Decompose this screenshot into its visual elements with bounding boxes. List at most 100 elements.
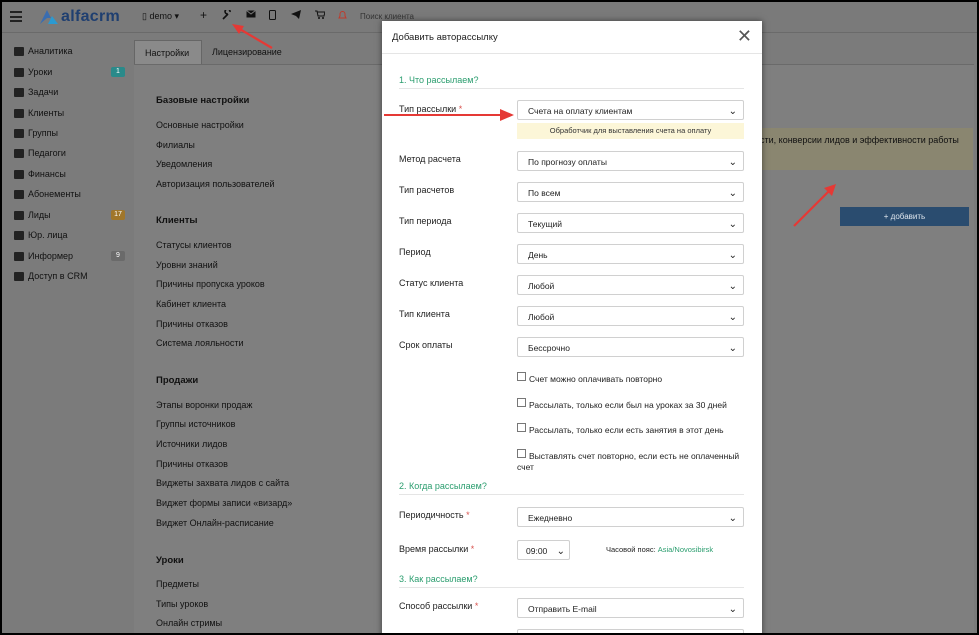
bell-icon[interactable] — [338, 10, 347, 23]
section-when: 2. Когда рассылаем? — [399, 481, 744, 495]
settings-link[interactable]: Виджет Онлайн-расписание — [156, 518, 274, 528]
settings-link[interactable]: Причины пропуска уроков — [156, 279, 265, 289]
logo[interactable]: alfacrm — [40, 7, 120, 27]
sidebar-item-label: Уроки — [28, 67, 53, 77]
checkbox-label: Выставлять счет повторно, если есть не о… — [517, 451, 740, 472]
select-value: Любой — [528, 281, 555, 291]
informer-icon — [14, 251, 24, 261]
client-type-select[interactable]: Любой ⌄ — [517, 306, 744, 326]
sidebar-item-label: Лиды — [28, 210, 51, 220]
user-icon — [14, 108, 24, 118]
sidebar-item-legal-entities[interactable]: Юр. лица — [14, 228, 68, 242]
period-select[interactable]: День ⌄ — [517, 244, 744, 264]
cart-icon[interactable] — [315, 10, 326, 22]
sidebar-item-label: Группы — [28, 128, 58, 138]
add-button[interactable]: + добавить — [840, 207, 969, 226]
briefcase-icon — [14, 230, 24, 240]
sidebar-item-informer[interactable]: Информер — [14, 249, 73, 263]
calc-method-select[interactable]: По прогнозу оплаты ⌄ — [517, 151, 744, 171]
search-input[interactable]: Поиск клиента — [360, 12, 414, 21]
send-method-label: Способ рассылки * — [399, 601, 478, 611]
label-text: Время рассылки — [399, 544, 469, 554]
settings-link[interactable]: Основные настройки — [156, 120, 244, 130]
chevron-down-icon: ⌄ — [728, 312, 737, 323]
branch-selector[interactable]: ▯ demo ▾ — [142, 11, 179, 22]
settings-link[interactable]: Виджет формы записи «визард» — [156, 498, 292, 508]
sidebar-item-clients[interactable]: Клиенты — [14, 106, 64, 120]
payment-term-label: Срок оплаты — [399, 340, 453, 350]
tab-settings[interactable]: Настройки — [134, 40, 202, 65]
checkbox-reissue-invoice[interactable]: Выставлять счет повторно, если есть не о… — [517, 449, 747, 473]
leads-badge: 17 — [111, 210, 125, 220]
checkbox[interactable] — [517, 423, 526, 432]
settings-link[interactable]: Причины отказов — [156, 319, 228, 329]
sidebar-item-analytics[interactable]: Аналитика — [14, 44, 73, 58]
mail-icon[interactable] — [246, 10, 256, 21]
checkbox-lessons-today[interactable]: Рассылать, только если есть занятия в эт… — [517, 423, 747, 436]
checkbox-attended-30-days[interactable]: Рассылать, только если был на уроках за … — [517, 398, 747, 411]
settings-link[interactable]: Авторизация пользователей — [156, 179, 275, 189]
section-title: Базовые настройки — [156, 95, 250, 106]
settings-link[interactable]: Типы уроков — [156, 599, 208, 609]
settings-link[interactable]: Система лояльности — [156, 338, 244, 348]
payment-term-select[interactable]: Бессрочно ⌄ — [517, 337, 744, 357]
chevron-down-icon: ⌄ — [728, 188, 737, 199]
client-status-select[interactable]: Любой ⌄ — [517, 275, 744, 295]
settings-link[interactable]: Кабинет клиента — [156, 299, 226, 309]
modal-header: Добавить авторассылку ✕ — [382, 21, 762, 54]
send-method-select[interactable]: Отправить E-mail ⌄ — [517, 598, 744, 618]
settings-link[interactable]: Уровни знаний — [156, 260, 218, 270]
branch-label: demo — [149, 11, 172, 21]
mailing-type-hint: Обработчик для выставления счета на опла… — [517, 123, 744, 139]
logo-icon — [40, 10, 58, 24]
sidebar-item-label: Абонементы — [28, 189, 81, 199]
checkbox[interactable] — [517, 372, 526, 381]
sidebar-item-crm-access[interactable]: Доступ в CRM — [14, 269, 88, 283]
close-icon[interactable]: ✕ — [737, 27, 752, 45]
sidebar-item-tasks[interactable]: Задачи — [14, 85, 58, 99]
settings-link[interactable]: Предметы — [156, 579, 199, 589]
settings-link[interactable]: Уведомления — [156, 159, 212, 169]
settings-link[interactable]: Источники лидов — [156, 439, 227, 449]
mailing-type-select[interactable]: Счета на оплату клиентам ⌄ — [517, 100, 744, 120]
sidebar-item-leads[interactable]: Лиды — [14, 208, 51, 222]
select-value: По всем — [528, 188, 561, 198]
period-type-select[interactable]: Текущий ⌄ — [517, 213, 744, 233]
calc-type-label: Тип расчетов — [399, 185, 455, 195]
sidebar-item-label: Педагоги — [28, 148, 66, 158]
sidebar-item-label: Юр. лица — [28, 230, 68, 240]
settings-link[interactable]: Филиалы — [156, 140, 195, 150]
settings-link[interactable]: Этапы воронки продаж — [156, 400, 252, 410]
settings-link[interactable]: Онлайн стримы — [156, 618, 222, 628]
sidebar-item-teachers[interactable]: Педагоги — [14, 146, 66, 160]
sidebar-item-groups[interactable]: Группы — [14, 126, 58, 140]
send-time-select[interactable]: 09:00 ⌄ — [517, 540, 570, 560]
select-value: Текущий — [528, 219, 562, 229]
sidebar-item-label: Аналитика — [28, 46, 73, 56]
sidebar-item-finance[interactable]: Финансы — [14, 167, 66, 181]
sidebar-item-lessons[interactable]: Уроки — [14, 65, 52, 79]
sidebar-item-subscriptions[interactable]: Абонементы — [14, 187, 81, 201]
select-value: По прогнозу оплаты — [528, 157, 607, 167]
annotation-arrow-icon — [232, 24, 273, 49]
calc-method-label: Метод расчета — [399, 154, 461, 164]
select-value: Отправить E-mail — [528, 604, 597, 614]
timezone-label: Часовой пояс: — [606, 545, 656, 554]
calc-type-select[interactable]: По всем ⌄ — [517, 182, 744, 202]
settings-link[interactable]: Группы источников — [156, 419, 235, 429]
plus-icon[interactable]: + — [200, 8, 207, 22]
period-label: Период — [399, 247, 431, 257]
menu-icon[interactable] — [10, 11, 22, 25]
required-mark: * — [474, 601, 479, 611]
next-select[interactable] — [517, 629, 744, 633]
checkbox-repeat-payment[interactable]: Счет можно оплачивать повторно — [517, 372, 747, 385]
building-icon: ▯ — [142, 11, 147, 21]
checkbox[interactable] — [517, 398, 526, 407]
settings-link[interactable]: Статусы клиентов — [156, 240, 232, 250]
telegram-icon[interactable] — [291, 10, 301, 22]
settings-link[interactable]: Виджеты захвата лидов с сайта — [156, 478, 289, 488]
checkbox-label: Рассылать, только если есть занятия в эт… — [529, 425, 724, 435]
frequency-select[interactable]: Ежедневно ⌄ — [517, 507, 744, 527]
settings-link[interactable]: Причины отказов — [156, 459, 228, 469]
checkbox[interactable] — [517, 449, 526, 458]
